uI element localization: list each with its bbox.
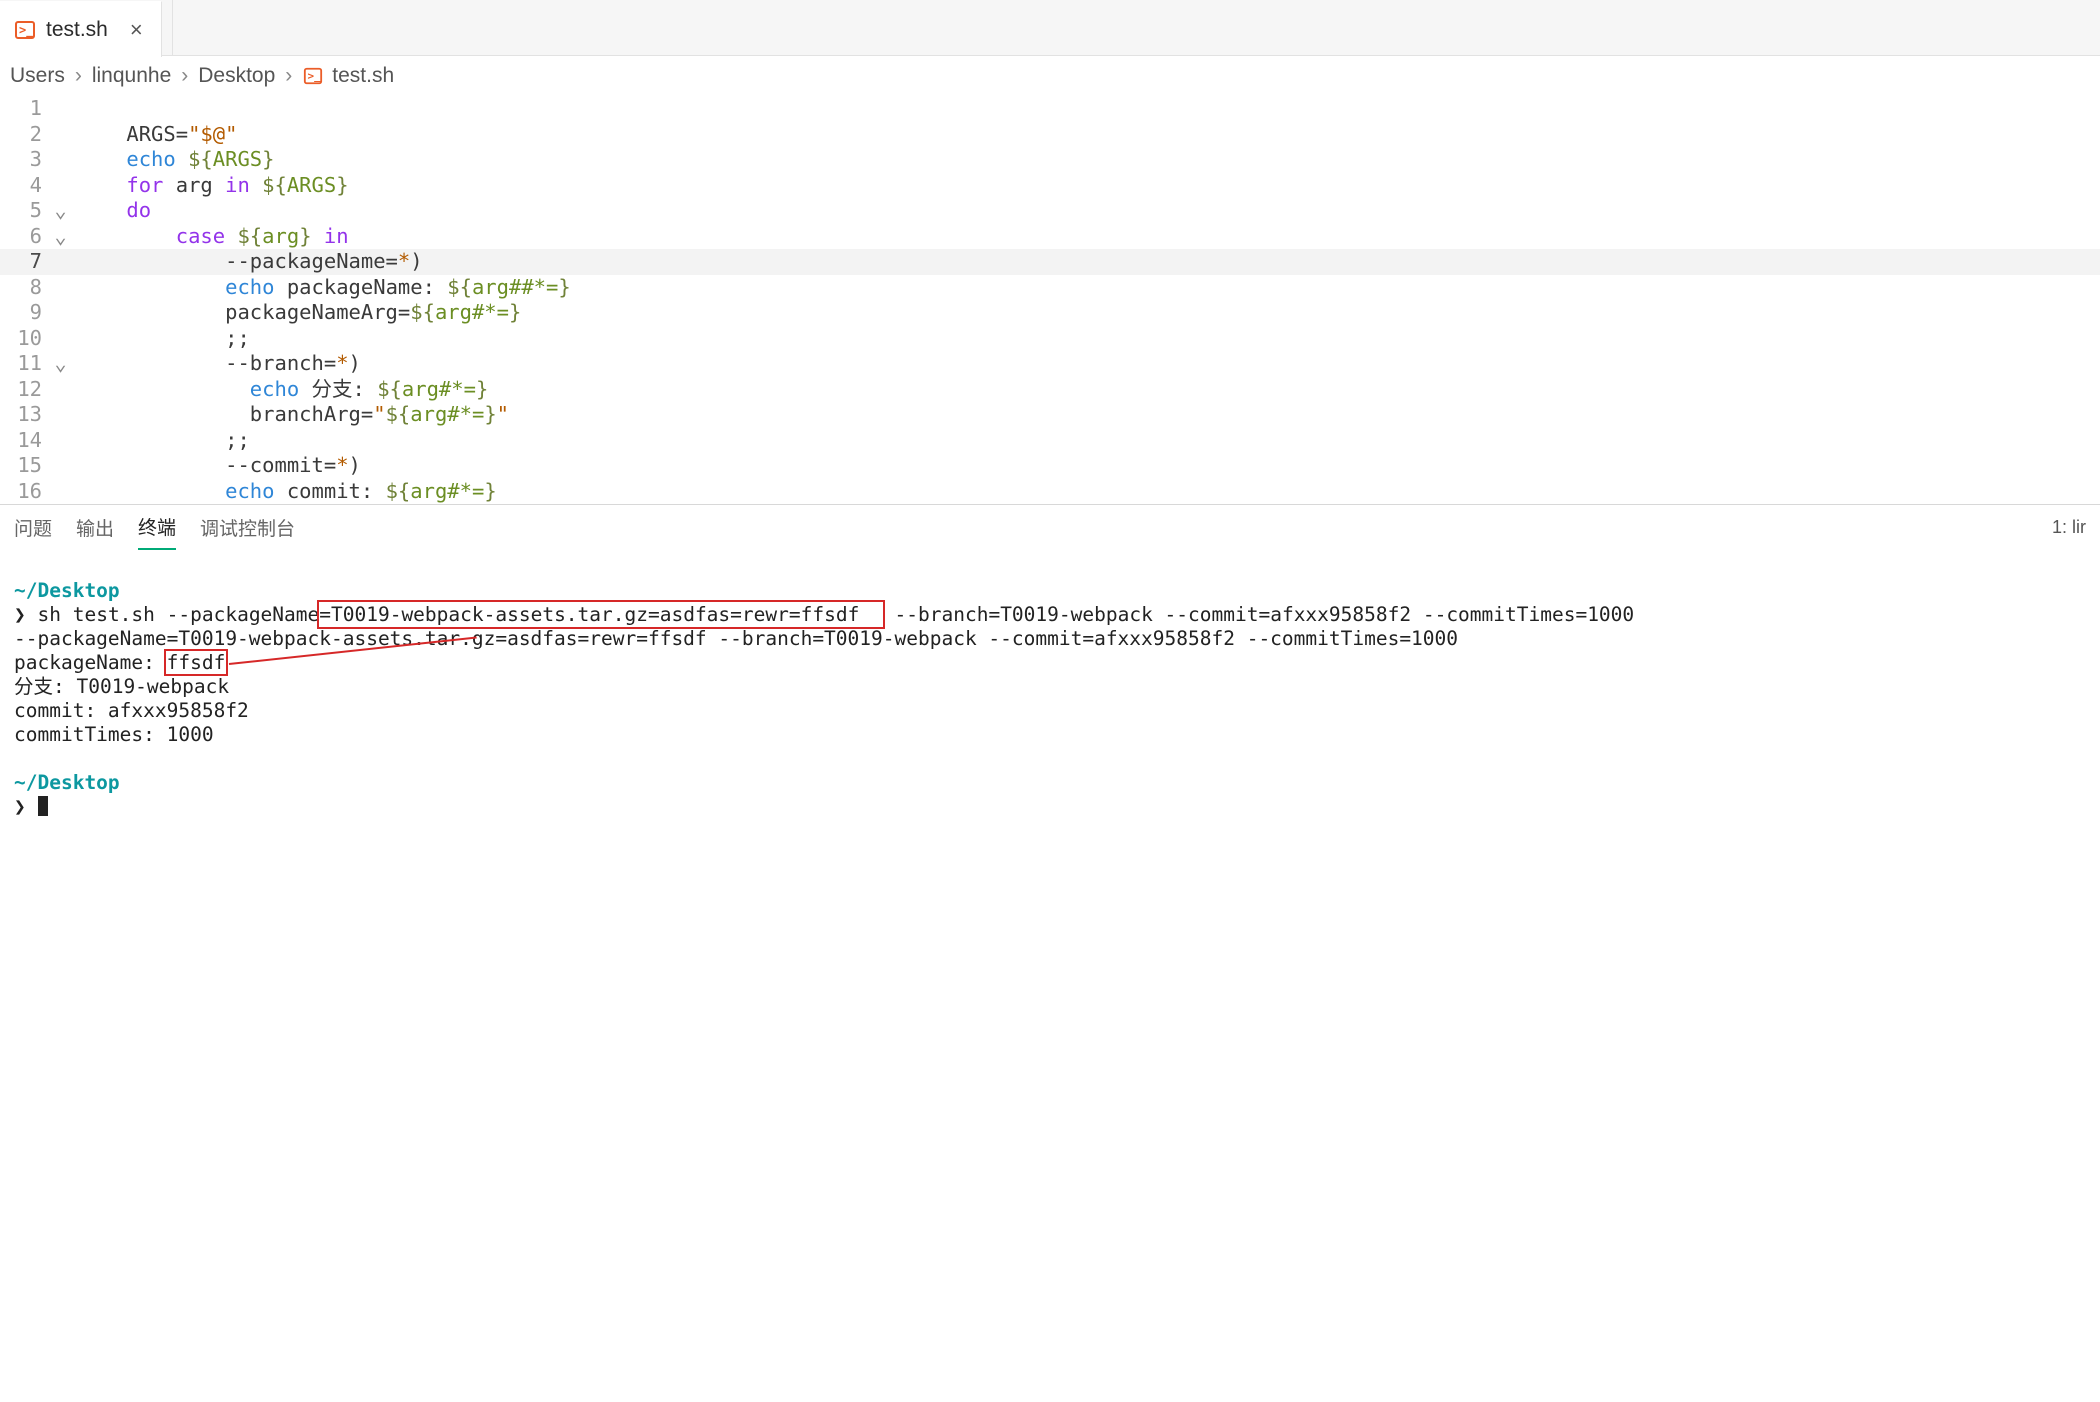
terminal-prompt: ❯	[14, 795, 26, 818]
tab-debug-console[interactable]: 调试控制台	[200, 506, 295, 549]
breadcrumb-item[interactable]: linqunhe	[92, 64, 171, 88]
line-number: 13	[0, 402, 48, 428]
code-content[interactable]: do	[73, 198, 151, 224]
line-number: 3	[0, 147, 48, 173]
shell-file-icon: >_	[14, 19, 36, 41]
code-content[interactable]: echo commit: ${arg#*=}	[73, 479, 497, 505]
code-content[interactable]: --packageName=*)	[73, 249, 423, 275]
code-content[interactable]: case ${arg} in	[73, 224, 349, 250]
line-number: 5	[0, 198, 48, 224]
code-content[interactable]: branchArg="${arg#*=}"	[73, 402, 509, 428]
code-editor[interactable]: 12 ARGS="$@"3 echo ${ARGS}4 for arg in $…	[0, 96, 2100, 504]
chevron-right-icon: ›	[279, 64, 298, 88]
tab-label: test.sh	[46, 18, 108, 42]
tab-output[interactable]: 输出	[76, 506, 114, 549]
line-number: 9	[0, 300, 48, 326]
code-content[interactable]: ;;	[73, 428, 250, 454]
panel-tab-bar: 问题 输出 终端 调试控制台 1: lir	[0, 505, 2100, 549]
editor-line[interactable]: 14 ;;	[0, 428, 2100, 454]
line-number: 7	[0, 249, 48, 275]
code-content[interactable]: packageNameArg=${arg#*=}	[73, 300, 521, 326]
terminal-output-line: 分支: T0019-webpack	[14, 675, 229, 698]
bottom-panel: 问题 输出 终端 调试控制台 1: lir ~/Desktop ❯ sh tes…	[0, 504, 2100, 829]
line-number: 12	[0, 377, 48, 403]
terminal-output-line: packageName: ffsdf	[14, 651, 225, 674]
tab-test-sh[interactable]: >_ test.sh ×	[0, 1, 162, 57]
editor-line[interactable]: 1	[0, 96, 2100, 122]
editor-line[interactable]: 8 echo packageName: ${arg##*=}	[0, 275, 2100, 301]
code-content[interactable]: echo packageName: ${arg##*=}	[73, 275, 571, 301]
editor-line[interactable]: 6⌄ case ${arg} in	[0, 224, 2100, 250]
svg-text:>_: >_	[19, 23, 34, 38]
terminal-output-line: --packageName=T0019-webpack-assets.tar.g…	[14, 627, 1458, 650]
terminal-cwd: ~/Desktop	[14, 579, 120, 602]
editor-line[interactable]: 10 ;;	[0, 326, 2100, 352]
fold-toggle[interactable]: ⌄	[48, 224, 73, 250]
tab-terminal[interactable]: 终端	[138, 505, 176, 550]
terminal-selector[interactable]: 1: lir	[2052, 517, 2086, 538]
line-number: 1	[0, 96, 48, 122]
terminal-output-line: commit: afxxx95858f2	[14, 699, 249, 722]
editor-line[interactable]: 5⌄ do	[0, 198, 2100, 224]
close-icon[interactable]: ×	[126, 17, 147, 43]
terminal-prompt: ❯	[14, 603, 26, 626]
code-content[interactable]: echo 分支: ${arg#*=}	[73, 377, 488, 403]
line-number: 11	[0, 351, 48, 377]
tab-problems[interactable]: 问题	[14, 506, 52, 549]
editor-line[interactable]: 15 --commit=*)	[0, 453, 2100, 479]
fold-toggle[interactable]: ⌄	[48, 198, 73, 224]
code-content[interactable]: echo ${ARGS}	[73, 147, 275, 173]
chevron-right-icon: ›	[175, 64, 194, 88]
editor-line[interactable]: 9 packageNameArg=${arg#*=}	[0, 300, 2100, 326]
editor-line[interactable]: 11⌄ --branch=*)	[0, 351, 2100, 377]
breadcrumb[interactable]: Users›linqunhe›Desktop›>_test.sh	[0, 56, 2100, 96]
breadcrumb-item[interactable]: Desktop	[198, 64, 275, 88]
editor-line[interactable]: 4 for arg in ${ARGS}	[0, 173, 2100, 199]
line-number: 10	[0, 326, 48, 352]
terminal-cursor	[38, 796, 48, 816]
line-number: 16	[0, 479, 48, 505]
line-number: 2	[0, 122, 48, 148]
terminal-command: sh test.sh --packageName=T0019-webpack-a…	[38, 603, 1635, 626]
code-content[interactable]: --commit=*)	[73, 453, 361, 479]
tab-divider	[172, 0, 173, 55]
line-number: 14	[0, 428, 48, 454]
terminal-output-line: commitTimes: 1000	[14, 723, 214, 746]
breadcrumb-item[interactable]: Users	[10, 64, 65, 88]
editor-line[interactable]: 13 branchArg="${arg#*=}"	[0, 402, 2100, 428]
code-content[interactable]: ARGS="$@"	[73, 122, 237, 148]
fold-toggle[interactable]: ⌄	[48, 351, 73, 377]
code-content[interactable]: --branch=*)	[73, 351, 361, 377]
editor-line[interactable]: 7 --packageName=*)	[0, 249, 2100, 275]
line-number: 6	[0, 224, 48, 250]
shell-file-icon: >_	[302, 65, 324, 87]
line-number: 8	[0, 275, 48, 301]
editor-line[interactable]: 3 echo ${ARGS}	[0, 147, 2100, 173]
svg-text:>_: >_	[308, 70, 322, 83]
editor-line[interactable]: 16 echo commit: ${arg#*=}	[0, 479, 2100, 505]
editor-line[interactable]: 12 echo 分支: ${arg#*=}	[0, 377, 2100, 403]
breadcrumb-item[interactable]: test.sh	[332, 64, 394, 88]
terminal-cwd: ~/Desktop	[14, 771, 120, 794]
editor-line[interactable]: 2 ARGS="$@"	[0, 122, 2100, 148]
line-number: 15	[0, 453, 48, 479]
line-number: 4	[0, 173, 48, 199]
chevron-right-icon: ›	[69, 64, 88, 88]
code-content[interactable]: ;;	[73, 326, 250, 352]
tab-bar: >_ test.sh ×	[0, 0, 2100, 56]
code-content[interactable]: for arg in ${ARGS}	[73, 173, 349, 199]
terminal-content[interactable]: ~/Desktop ❯ sh test.sh --packageName=T00…	[0, 549, 2100, 829]
